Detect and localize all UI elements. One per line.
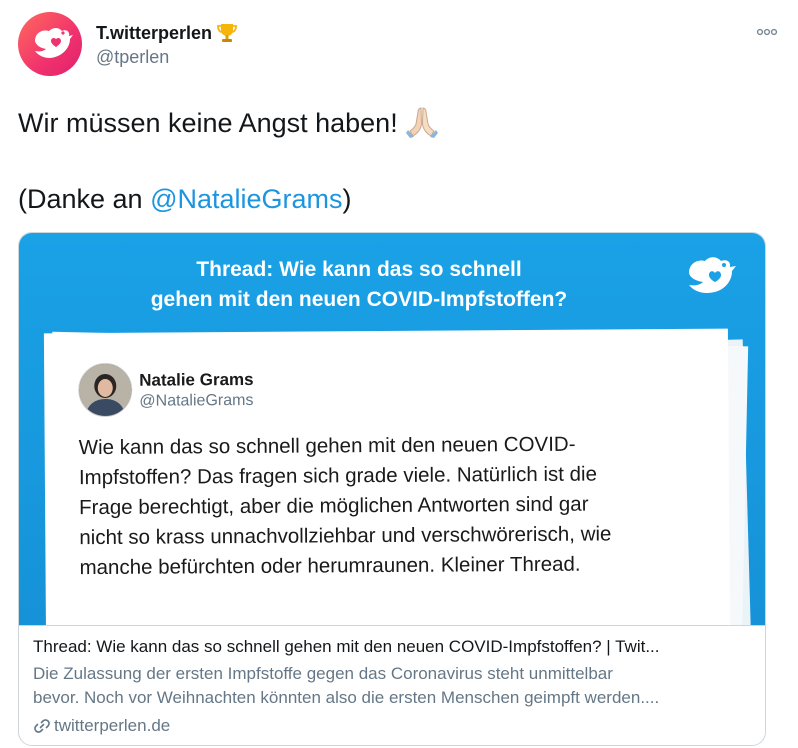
mention-link[interactable]: @NatalieGrams <box>150 184 342 214</box>
author-name-row: T.witterperlen <box>96 22 238 44</box>
bird-heart-logo <box>35 28 73 58</box>
card-image-title-line-1: Thread: Wie kann das so schnell <box>196 258 522 281</box>
quoted-tweet-text: Wie kann das so schnell gehen mit den ne… <box>79 429 700 583</box>
link-icon <box>33 717 51 735</box>
quoted-author-handle: @NatalieGrams <box>139 391 254 410</box>
trophy-icon <box>216 22 238 44</box>
quoted-text-line: nicht so krass unnachvollziehbar und ver… <box>79 522 612 550</box>
folded-hands-icon <box>404 104 440 138</box>
author-display-name[interactable]: T.witterperlen <box>96 23 212 44</box>
card-domain[interactable]: twitterperlen.de <box>33 716 170 736</box>
quoted-author-avatar <box>78 362 133 418</box>
tweet-text-main: Wir müssen keine Angst haben! <box>18 108 398 138</box>
quoted-text-line: Wie kann das so schnell gehen mit den ne… <box>78 432 576 460</box>
quoted-tweet-paper: Natalie Grams @NatalieGrams Wie kann das… <box>43 328 731 625</box>
author-avatar[interactable] <box>18 12 82 76</box>
tweet-header: T.witterperlen @tperlen <box>18 12 778 82</box>
link-card[interactable]: Thread: Wie kann das so schnell gehen mi… <box>18 232 766 746</box>
card-desc-line: Die Zulassung der ersten Impfstoffe gege… <box>33 664 613 683</box>
tweet-text: Wir müssen keine Angst haben! (Danke an … <box>18 104 440 218</box>
card-image[interactable]: Thread: Wie kann das so schnell gehen mi… <box>19 233 765 625</box>
quoted-text-line: Impfstoffen? Das fragen sich grade viele… <box>78 462 598 490</box>
twitter-bird-icon <box>683 251 739 299</box>
quoted-author-name: Natalie Grams <box>139 369 254 390</box>
tweet-line-2: (Danke an @NatalieGrams) <box>18 180 440 218</box>
card-domain-text: twitterperlen.de <box>54 716 171 735</box>
tweet-gap <box>18 142 440 180</box>
card-link-title[interactable]: Thread: Wie kann das so schnell gehen mi… <box>33 636 751 658</box>
card-desc-line: bevor. Noch vor Weihnachten könnten also… <box>33 688 660 707</box>
card-image-title: Thread: Wie kann das so schnell gehen mi… <box>119 255 599 315</box>
author-handle[interactable]: @tperlen <box>96 47 169 68</box>
more-options-icon[interactable] <box>754 22 780 42</box>
card-image-title-line-2: gehen mit den neuen COVID-Impfstoffen? <box>150 288 568 311</box>
tweet-line2-prefix: (Danke an <box>18 184 151 214</box>
tweet-line2-suffix: ) <box>342 184 352 214</box>
tweet-line-1: Wir müssen keine Angst haben! <box>18 104 440 142</box>
card-link-description: Die Zulassung der ersten Impfstoffe gege… <box>33 662 751 710</box>
quoted-text-line: Frage berechtigt, aber die möglichen Ant… <box>79 492 589 520</box>
quoted-text-line: manche befürchten oder herumraunen. Klei… <box>79 552 581 580</box>
card-meta[interactable]: Thread: Wie kann das so schnell gehen mi… <box>19 625 765 745</box>
